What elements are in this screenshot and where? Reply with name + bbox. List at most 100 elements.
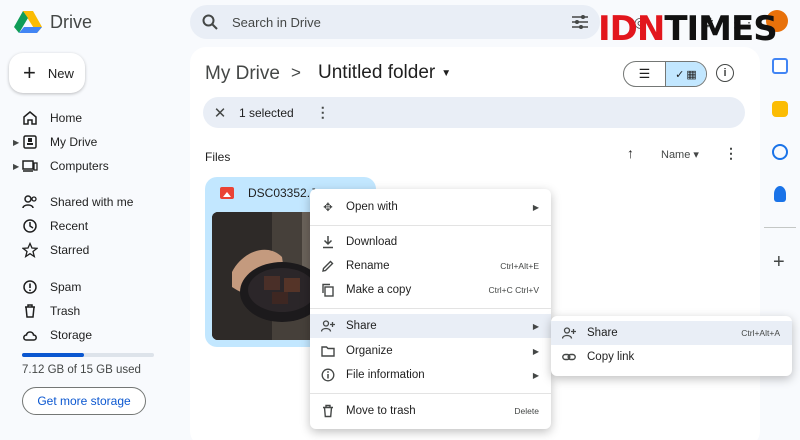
sidebar-item-label: Home [50,111,83,125]
star-icon [22,242,38,258]
sidebar-item-my-drive[interactable]: ▶ My Drive [0,130,180,154]
clock-icon [23,219,37,233]
menu-item-make-a-copy[interactable]: Make a copy Ctrl+C Ctrl+V [310,278,551,302]
menu-item-label: Organize [346,345,393,357]
checkmark-icon: ✓ [675,68,685,81]
menu-item-organize[interactable]: Organize ▶ [310,339,551,363]
rename-icon [320,258,336,274]
storage-usage-text: 7.12 GB of 15 GB used [22,364,141,376]
menu-item-label: Open with [346,201,398,213]
submenu-item-label: Copy link [587,351,635,363]
info-icon [320,367,336,383]
sidebar-item-trash[interactable]: Trash [0,299,180,323]
calendar-app-icon[interactable] [772,58,788,74]
menu-item-file-information[interactable]: File information ▶ [310,363,551,387]
sidebar-item-recent[interactable]: Recent [0,214,180,238]
menu-item-label: Make a copy [346,284,412,296]
grid-view-button[interactable]: ✓ ▦ [664,62,706,86]
contacts-app-icon[interactable] [774,186,786,202]
view-toggle[interactable]: ☰ ✓ ▦ [623,61,707,87]
selection-count: 1 selected [239,105,294,120]
organize-folder-icon [320,343,336,359]
menu-item-shortcut: Delete [514,406,539,416]
link-icon [561,349,577,365]
trash-icon [320,403,336,419]
submenu-item-share[interactable]: Share Ctrl+Alt+A [551,321,792,345]
menu-item-label: Download [346,236,398,248]
sidebar-item-storage[interactable]: Storage [0,323,180,347]
details-info-icon[interactable]: i [716,64,734,82]
list-view-icon: ☰ [638,66,651,81]
rail-divider [764,227,796,228]
trash-icon [25,304,35,318]
file-name: DSC03352.J [248,186,317,200]
sidebar-item-starred[interactable]: Starred [0,238,180,262]
breadcrumb-current-folder[interactable]: Untitled folder ▼ [318,62,451,84]
submenu-item-copy-link[interactable]: Copy link [551,345,792,369]
sidebar-item-shared[interactable]: Shared with me [0,190,180,214]
sidebar-item-label: Shared with me [50,195,134,209]
sort-direction-arrow-icon[interactable]: ↑ [627,145,634,161]
menu-item-move-to-trash[interactable]: Move to trash Delete [310,399,551,423]
menu-item-label: Move to trash [346,405,416,417]
expand-caret-icon[interactable]: ▶ [13,138,19,147]
search-icon[interactable] [202,14,218,30]
sidebar-item-label: Trash [50,304,81,318]
sidebar-item-label: Computers [50,159,109,173]
dropdown-arrow-icon: ▼ [441,67,452,79]
copy-icon [320,282,336,298]
filter-options-icon[interactable] [572,15,588,29]
expand-caret-icon[interactable]: ▶ [13,162,19,171]
plus-icon: + [23,60,36,85]
selection-toolbar: ✕ 1 selected ⋮ [203,97,745,128]
clear-selection-close-icon[interactable]: ✕ [213,104,227,122]
share-person-add-icon [561,325,577,341]
submenu-item-shortcut: Ctrl+Alt+A [741,328,780,338]
storage-usage-fill [22,353,85,357]
menu-item-download[interactable]: Download [310,230,551,254]
menu-item-label: File information [346,369,425,381]
share-person-add-icon [320,318,336,334]
shared-icon [22,195,37,209]
list-view-button[interactable]: ☰ [624,62,665,86]
watermark-part1: IDN [598,9,665,49]
drive-logo-icon [14,11,42,33]
menu-item-label: Rename [346,260,390,272]
watermark-logo: IDNTIMES [598,9,778,49]
watermark-part2: TIMES [664,9,777,49]
sidebar-item-spam[interactable]: Spam [0,275,180,299]
drive-logo[interactable]: Drive [14,10,92,34]
get-addons-plus-icon[interactable]: + [773,251,785,274]
share-submenu: Share Ctrl+Alt+A Copy link [551,316,792,376]
breadcrumb-my-drive[interactable]: My Drive [205,63,280,85]
sidebar-item-label: Storage [50,328,93,342]
open-with-icon: ✥ [323,202,333,214]
get-more-storage-button[interactable]: Get more storage [22,387,146,415]
submenu-arrow-icon: ▶ [532,321,539,331]
tasks-app-icon[interactable] [772,144,788,160]
search-input[interactable]: Search in Drive [232,15,558,30]
sort-by-dropdown[interactable]: Name ▾ [661,148,699,161]
menu-item-rename[interactable]: Rename Ctrl+Alt+E [310,254,551,278]
sidebar-item-computers[interactable]: ▶ Computers [0,154,180,178]
download-icon [320,234,336,250]
sidebar-item-home[interactable]: Home [0,106,180,130]
storage-usage-bar [22,353,154,357]
more-actions-icon[interactable]: ⋮ [316,104,330,121]
keep-app-icon[interactable] [772,101,788,117]
new-button[interactable]: + New [9,53,85,93]
current-folder-name: Untitled folder [318,62,436,83]
menu-item-share[interactable]: Share ▶ [310,314,551,338]
home-icon [23,111,37,125]
sort-by-label: Name [661,149,691,161]
menu-item-open-with[interactable]: ✥ Open with ▶ [310,195,551,219]
submenu-arrow-icon: ▶ [532,202,539,212]
sidebar-item-label: Recent [50,219,89,233]
submenu-arrow-icon: ▶ [532,346,539,356]
file-card-header: DSC03352.J [220,186,316,200]
files-section-label: Files [205,150,231,164]
search-bar[interactable]: Search in Drive [190,5,600,39]
view-options-more-icon[interactable]: ⋮ [724,145,738,162]
sidebar-item-label: My Drive [50,135,98,149]
context-menu: ✥ Open with ▶ Download Rename Ctrl+Alt+E… [310,189,551,429]
